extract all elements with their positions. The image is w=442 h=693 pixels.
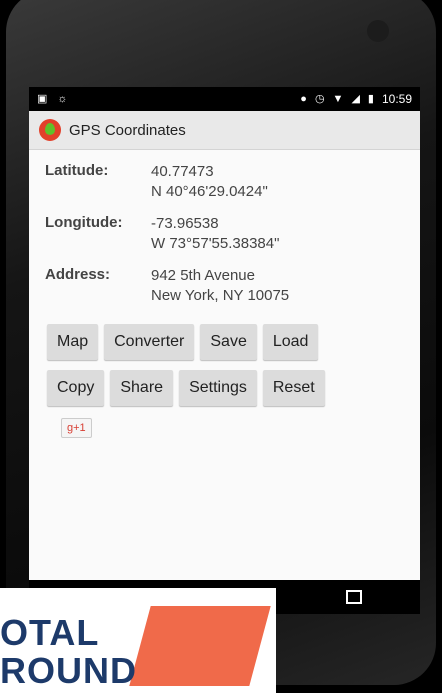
- location-icon: ●: [300, 92, 307, 105]
- longitude-label: Longitude:: [45, 214, 123, 231]
- app-logo-icon[interactable]: [39, 119, 61, 141]
- save-button[interactable]: Save: [200, 324, 257, 360]
- reset-button[interactable]: Reset: [262, 370, 325, 406]
- copy-button[interactable]: Copy: [47, 370, 105, 406]
- button-row-2: Copy Share Settings Reset: [47, 370, 404, 406]
- google-plus-one-button[interactable]: g+1: [61, 418, 92, 438]
- latitude-label: Latitude:: [45, 162, 109, 179]
- status-bar: ▣ ☼ ● ◷ ▼ ◢ ▮ 10:59: [29, 87, 420, 111]
- brand-text-line2: ROUND: [0, 650, 137, 691]
- phone-screen: ▣ ☼ ● ◷ ▼ ◢ ▮ 10:59 GPS Coordinates Lati…: [29, 87, 420, 614]
- screenshot-icon: ▣: [37, 92, 48, 105]
- load-button[interactable]: Load: [262, 324, 319, 360]
- longitude-dms: W 73°57'55.38384": [151, 235, 280, 252]
- wifi-icon: ▼: [332, 92, 344, 105]
- action-bar: GPS Coordinates: [29, 111, 420, 150]
- status-time: 10:59: [381, 92, 412, 106]
- battery-icon: ▮: [367, 92, 374, 105]
- address-line1: 942 5th Avenue: [151, 267, 255, 284]
- signal-icon: ◢: [351, 92, 360, 105]
- latitude-row: Latitude: 40.77473 N 40°46'29.0424": [45, 162, 404, 202]
- latitude-decimal: 40.77473: [151, 163, 214, 180]
- latitude-dms: N 40°46'29.0424": [151, 183, 268, 200]
- alarm-icon: ◷: [314, 92, 325, 105]
- brand-logo-shape: [129, 606, 271, 686]
- longitude-row: Longitude: -73.96538 W 73°57'55.38384": [45, 214, 404, 254]
- settings-button[interactable]: Settings: [179, 370, 257, 406]
- brand-watermark: OTAL ROUND: [0, 588, 276, 693]
- converter-button[interactable]: Converter: [104, 324, 195, 360]
- android-icon: ☼: [57, 92, 68, 105]
- map-button[interactable]: Map: [47, 324, 99, 360]
- recent-apps-icon[interactable]: [346, 590, 363, 604]
- address-label: Address:: [45, 266, 111, 283]
- longitude-decimal: -73.96538: [151, 215, 219, 232]
- app-title: GPS Coordinates: [69, 121, 186, 139]
- share-button[interactable]: Share: [110, 370, 174, 406]
- front-camera: [367, 20, 389, 42]
- address-row: Address: 942 5th Avenue New York, NY 100…: [45, 266, 404, 306]
- coordinates-panel: Latitude: 40.77473 N 40°46'29.0424" Long…: [29, 150, 420, 450]
- button-row-1: Map Converter Save Load: [47, 324, 404, 360]
- address-line2: New York, NY 10075: [151, 287, 290, 304]
- brand-text-line1: OTAL: [0, 612, 100, 653]
